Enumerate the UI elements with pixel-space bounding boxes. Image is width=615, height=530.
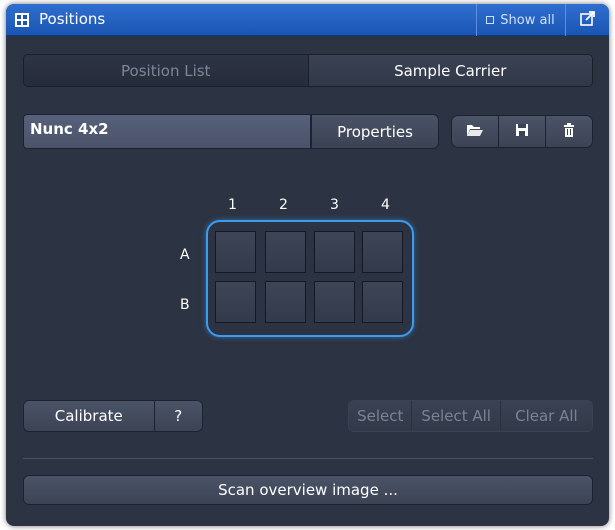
carrier-file-toolbar: [451, 115, 593, 148]
column-label: 4: [381, 197, 390, 213]
show-all-label: Show all: [500, 12, 555, 28]
detach-button[interactable]: [565, 4, 609, 36]
well-b4[interactable]: [362, 281, 403, 323]
positions-panel: Positions Show all Position List Sample …: [6, 4, 609, 526]
calibrate-button[interactable]: Calibrate: [24, 401, 155, 431]
column-label: 2: [279, 197, 288, 213]
delete-button[interactable]: [546, 116, 592, 147]
column-label: 1: [228, 197, 237, 213]
panel-title: Positions: [39, 10, 106, 28]
well-a2[interactable]: [265, 231, 306, 273]
well-b1[interactable]: [215, 281, 256, 323]
row-label: A: [180, 247, 190, 263]
well-a1[interactable]: [215, 231, 256, 273]
divider: [23, 458, 593, 459]
well-b2[interactable]: [265, 281, 306, 323]
save-button[interactable]: [499, 116, 546, 147]
tab-position-list[interactable]: Position List: [24, 55, 309, 86]
well-a4[interactable]: [362, 231, 403, 273]
well-b3[interactable]: [314, 281, 355, 323]
open-folder-icon: [466, 122, 484, 141]
select-button[interactable]: Select: [349, 401, 413, 431]
view-tabs: Position List Sample Carrier: [23, 54, 593, 87]
tab-sample-carrier[interactable]: Sample Carrier: [308, 55, 592, 86]
clear-all-button[interactable]: Clear All: [500, 401, 592, 431]
select-all-button[interactable]: Select All: [412, 401, 501, 431]
save-icon: [515, 122, 529, 141]
well-a3[interactable]: [314, 231, 355, 273]
properties-button[interactable]: Properties: [311, 114, 439, 149]
row-label: B: [180, 297, 190, 313]
delete-icon: [562, 122, 576, 141]
calibrate-group: Calibrate ?: [23, 400, 203, 432]
open-button[interactable]: [452, 116, 499, 147]
selection-group: Select Select All Clear All: [348, 400, 593, 432]
carrier-name-field[interactable]: Nunc 4x2: [23, 114, 311, 149]
positions-panel-icon: [14, 12, 30, 28]
detach-window-icon: [579, 10, 596, 30]
help-button[interactable]: ?: [154, 401, 202, 431]
checkbox-icon: [486, 16, 495, 24]
title-bar: Positions Show all: [6, 4, 609, 36]
column-label: 3: [330, 197, 339, 213]
show-all-toggle[interactable]: Show all: [476, 4, 564, 36]
scan-overview-button[interactable]: Scan overview image ...: [23, 475, 593, 505]
